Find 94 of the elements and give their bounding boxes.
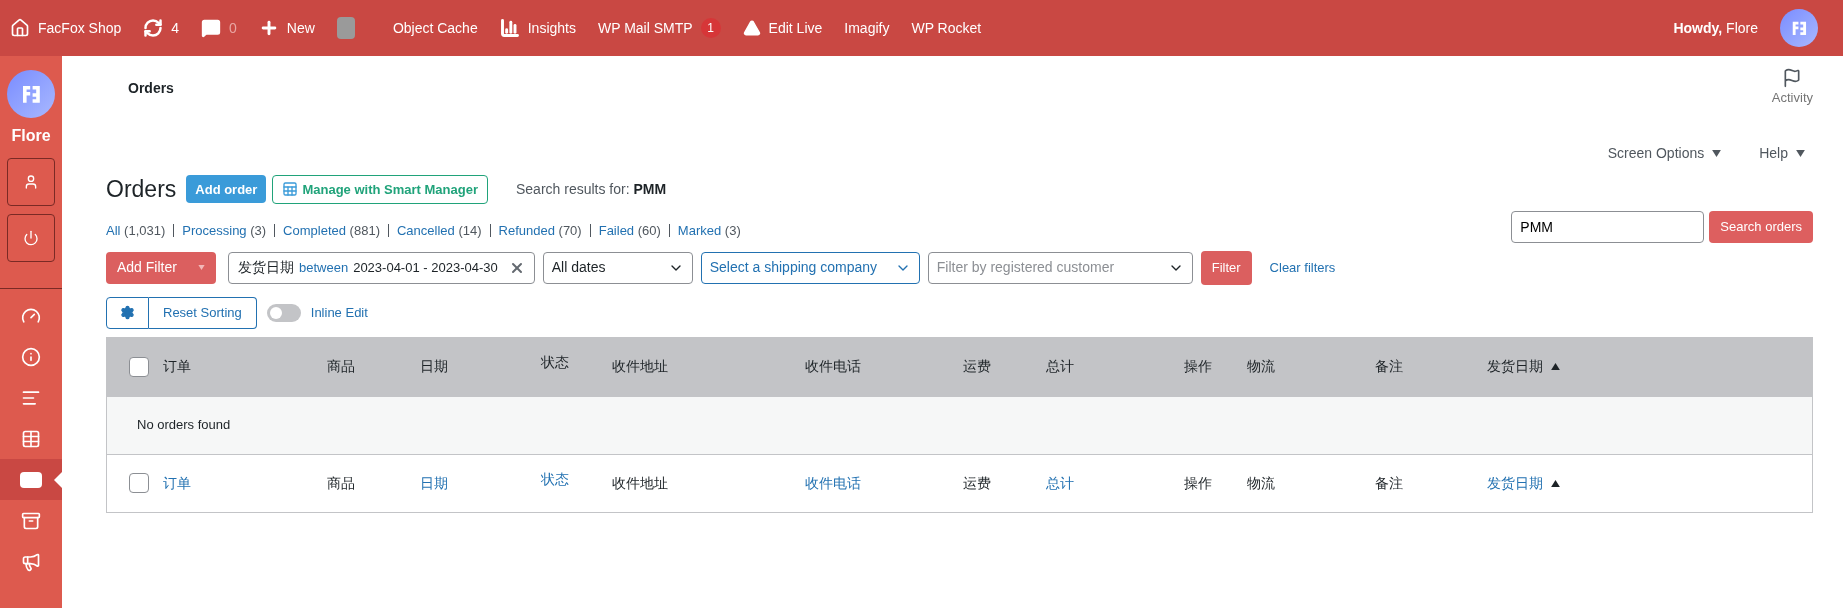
admin-bar-link[interactable]: Edit Live	[742, 17, 823, 39]
spreadsheet-icon	[282, 181, 299, 198]
avatar-logo	[7, 70, 55, 118]
search-results-label: Search results for: PMM	[515, 179, 667, 199]
sidebar-user-name: Flore	[11, 126, 51, 146]
status-filter-link[interactable]: Processing (3)	[182, 220, 267, 241]
chip-operator: between	[299, 258, 349, 277]
shipping-company-dropdown[interactable]: Select a shipping company	[700, 251, 920, 284]
column-heading: 商品	[327, 473, 355, 493]
status-filter-link[interactable]: All (1,031)	[106, 220, 166, 241]
site-link[interactable]: FacFox Shop	[10, 17, 122, 39]
admin-bar-link[interactable]: WP Mail SMTP 1	[597, 17, 721, 39]
admin-bar-link[interactable]: WP Rocket	[911, 17, 982, 39]
table-icon	[21, 428, 41, 449]
column-heading: 运费	[963, 473, 991, 493]
caret-icon	[1796, 149, 1805, 157]
column-heading: 收件电话	[805, 357, 861, 376]
greeting[interactable]: Howdy, Flore	[1673, 17, 1758, 39]
status-filter-link[interactable]: Cancelled (14)	[396, 220, 482, 241]
triangle-icon	[742, 19, 761, 37]
current-menu-pointer	[54, 471, 62, 488]
column-heading: 订单	[163, 357, 191, 376]
new-link[interactable]: New	[258, 17, 315, 39]
updates-link[interactable]: 4	[143, 17, 180, 39]
home-icon	[10, 18, 30, 38]
inline-edit-toggle[interactable]	[266, 303, 301, 322]
filter-chip[interactable]: 发货日期 between 2023-04-01 - 2023-04-30	[228, 251, 535, 284]
admin-bar-link[interactable]: Object Cache	[392, 17, 478, 39]
power-icon	[23, 230, 39, 246]
settings-button[interactable]	[106, 296, 149, 329]
column-heading: 状态	[541, 352, 569, 372]
help-toggle[interactable]: Help	[1759, 138, 1805, 168]
caret-icon	[198, 265, 205, 270]
status-filter-link[interactable]: Marked (3)	[677, 220, 741, 241]
info-icon	[21, 346, 41, 367]
checkbox[interactable]	[129, 356, 149, 377]
settings-icon	[120, 305, 135, 320]
chip-range: 2023-04-01 - 2023-04-30	[353, 258, 498, 277]
column-link[interactable]: 收件电话	[805, 472, 861, 494]
column-link[interactable]: 订单	[163, 472, 191, 494]
status-filter-link[interactable]: Completed (881)	[283, 220, 380, 241]
column-heading: 物流	[1247, 473, 1275, 493]
admin-bar-link[interactable]: Insights	[499, 17, 576, 39]
column-heading: 收件地址	[612, 357, 668, 376]
column-heading: 运费	[963, 357, 991, 376]
notification-badge: 1	[700, 18, 721, 38]
profile-button[interactable]	[7, 158, 55, 206]
checkbox[interactable]	[129, 473, 149, 493]
megaphone-icon	[21, 551, 41, 572]
customer-dropdown[interactable]: Filter by registered customer	[927, 251, 1193, 284]
logout-button[interactable]	[7, 214, 55, 262]
column-heading: 日期	[420, 357, 448, 376]
screen-options-toggle[interactable]: Screen Options	[1607, 138, 1722, 168]
add-filter-button[interactable]: Add Filter	[106, 251, 216, 284]
column-heading: 备注	[1375, 357, 1403, 376]
search-orders-button[interactable]: Search orders	[1709, 210, 1813, 243]
activity-button[interactable]: Activity	[1771, 68, 1813, 108]
column-link[interactable]: 发货日期	[1487, 472, 1543, 494]
column-heading: 操作	[1184, 357, 1212, 376]
status-filter-link[interactable]: Failed (60)	[598, 220, 661, 241]
column-heading: 物流	[1247, 357, 1275, 376]
sidebar-menu-item[interactable]	[0, 459, 62, 500]
smart-manager-button[interactable]: Manage with Smart Manager	[272, 174, 488, 204]
dates-dropdown[interactable]: All dates	[542, 251, 693, 284]
chip-field: 发货日期	[238, 257, 294, 278]
admin-bar-link[interactable]: Imagify	[844, 17, 890, 39]
add-order-button[interactable]: Add order	[186, 175, 267, 204]
breadcrumb-title: Orders	[128, 79, 174, 98]
user-icon	[23, 174, 39, 190]
refresh-icon	[143, 18, 164, 38]
status-filter-link[interactable]: Refunded (70)	[498, 220, 582, 241]
column-link[interactable]: 总计	[1046, 472, 1074, 494]
store-icon	[20, 471, 42, 488]
column-link[interactable]: 状态	[541, 468, 569, 490]
empty-message: No orders found	[137, 416, 231, 435]
column-heading: 商品	[327, 357, 355, 376]
page-title: Orders	[106, 175, 177, 204]
reset-sorting-button[interactable]: Reset Sorting	[149, 296, 257, 329]
comment-icon	[201, 18, 222, 38]
column-heading: 总计	[1046, 357, 1074, 376]
archive-icon	[21, 510, 41, 531]
search-field[interactable]: PMM	[1511, 210, 1705, 243]
column-heading: 操作	[1184, 473, 1212, 493]
column-heading: 收件地址	[612, 473, 668, 493]
inline-edit-label[interactable]: Inline Edit	[310, 302, 368, 323]
caret-icon	[1712, 149, 1722, 157]
avatar-logo	[1780, 9, 1818, 47]
column-link[interactable]: 日期	[420, 472, 448, 494]
bar-chart-icon	[499, 18, 520, 38]
flag-icon	[1782, 68, 1803, 88]
column-heading: 备注	[1375, 473, 1403, 493]
filter-button[interactable]: Filter	[1200, 250, 1252, 285]
column-heading: 发货日期	[1487, 357, 1543, 376]
clear-filters-link[interactable]: Clear filters	[1269, 257, 1336, 278]
